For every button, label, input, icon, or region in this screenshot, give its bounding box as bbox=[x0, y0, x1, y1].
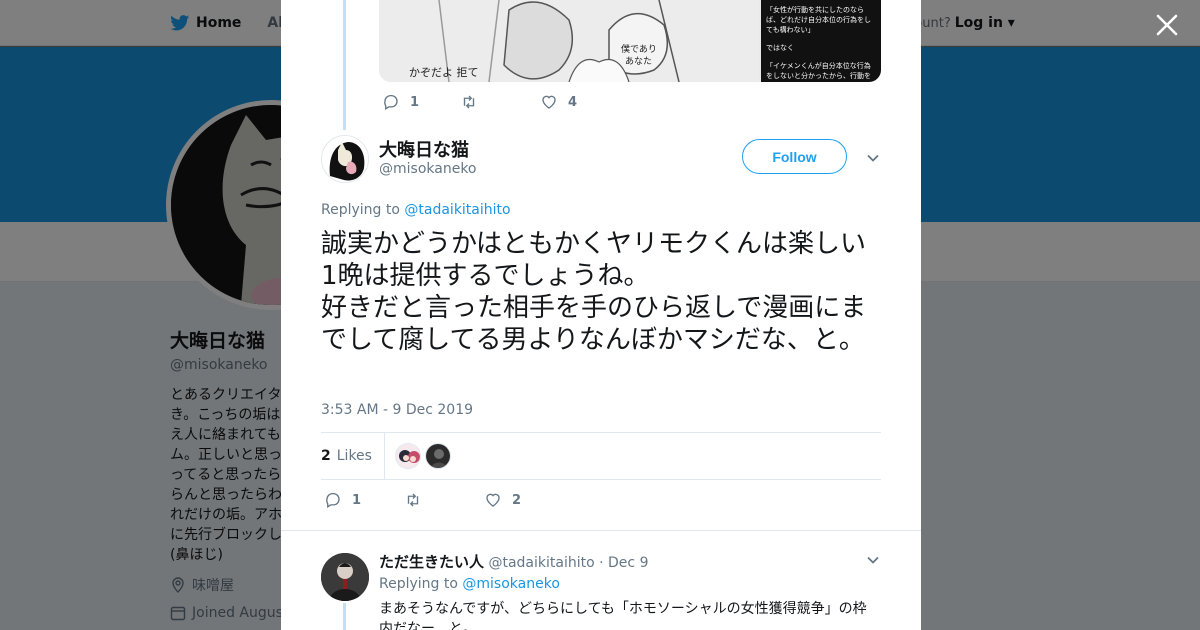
tweet-media-image[interactable]: かぞだよ 拒て 僕であり あなた 「女性が行動を共にしたのなら ば、どれだけ自分… bbox=[379, 0, 881, 82]
reply-count: 1 bbox=[352, 492, 362, 508]
retweet-action[interactable] bbox=[404, 491, 484, 509]
liker-avatar-image bbox=[425, 444, 450, 468]
like-action[interactable]: 2 bbox=[484, 491, 521, 509]
svg-text:ても構わない」: ても構わない」 bbox=[766, 25, 815, 34]
reply-date[interactable]: Dec 9 bbox=[608, 555, 648, 571]
previous-tweet-actions: 1 4 bbox=[382, 93, 577, 111]
like-count: 2 bbox=[512, 492, 522, 508]
replying-prefix: Replying to bbox=[379, 576, 458, 592]
manga-panels: かぞだよ 拒て 僕であり あなた 「女性が行動を共にしたのなら ば、どれだけ自分… bbox=[379, 0, 881, 82]
reply-separator: · bbox=[599, 555, 604, 571]
tweet-author-name[interactable]: 大晦日な猫 bbox=[379, 136, 469, 162]
follow-button[interactable]: Follow bbox=[742, 139, 847, 174]
svg-text:ではなく: ではなく bbox=[766, 44, 794, 52]
divider bbox=[281, 530, 921, 531]
replying-handle-link[interactable]: @tadaikitaihito bbox=[404, 202, 510, 218]
liker-avatar[interactable] bbox=[394, 443, 421, 469]
tweet-stats: 2 Likes bbox=[321, 432, 881, 480]
tweet-author-avatar[interactable] bbox=[321, 135, 369, 183]
tweet-author-handle[interactable]: @misokaneko bbox=[379, 161, 477, 177]
svg-text:かぞだよ 拒て: かぞだよ 拒て bbox=[409, 66, 479, 79]
replying-prefix: Replying to bbox=[321, 202, 400, 218]
close-icon[interactable] bbox=[1154, 12, 1180, 38]
reply-count: 1 bbox=[410, 94, 420, 110]
reply-action[interactable]: 1 bbox=[382, 93, 460, 111]
reply-icon bbox=[384, 94, 398, 110]
tweet-actions: 1 2 bbox=[324, 491, 521, 509]
reply-header: ただ生きたい人 @tadaikitaihito · Dec 9 bbox=[379, 551, 648, 572]
reply-icon bbox=[326, 492, 340, 508]
reply-text: まあそうなんですが、どちらにしても「ホモソーシャルの女性獲得競争」の枠内だなー、… bbox=[379, 601, 867, 630]
like-icon bbox=[486, 493, 500, 507]
retweet-icon bbox=[407, 493, 419, 507]
retweet-icon bbox=[463, 95, 475, 109]
svg-text:をしないと分かったから、行動を: をしないと分かったから、行動を bbox=[766, 71, 871, 80]
liker-avatar[interactable] bbox=[424, 443, 451, 469]
like-action[interactable]: 4 bbox=[540, 93, 577, 111]
svg-text:「イケメンくんが自分本位な行為: 「イケメンくんが自分本位な行為 bbox=[766, 61, 871, 70]
replying-to: Replying to @tadaikitaihito bbox=[321, 202, 511, 218]
replying-handle-link[interactable]: @misokaneko bbox=[462, 576, 560, 592]
like-count: 4 bbox=[568, 94, 578, 110]
svg-text:「女性が行動を共にしたのなら: 「女性が行動を共にしたのなら bbox=[766, 5, 864, 14]
chevron-down-icon[interactable] bbox=[866, 553, 880, 567]
reply-action[interactable]: 1 bbox=[324, 491, 404, 509]
tweet-timestamp[interactable]: 3:53 AM - 9 Dec 2019 bbox=[321, 402, 473, 418]
likes-stat[interactable]: 2 Likes bbox=[321, 432, 385, 480]
thread-line bbox=[343, 603, 346, 630]
likes-count: 2 bbox=[321, 448, 331, 464]
tweet-modal: かぞだよ 拒て 僕であり あなた 「女性が行動を共にしたのなら ば、どれだけ自分… bbox=[281, 0, 921, 630]
likers-list bbox=[385, 443, 451, 469]
svg-text:ば、どれだけ自分本位の行為をし: ば、どれだけ自分本位の行為をし bbox=[766, 15, 871, 24]
chevron-down-icon[interactable] bbox=[866, 151, 880, 165]
likes-label: Likes bbox=[336, 448, 372, 464]
reply-replying-to: Replying to @misokaneko bbox=[379, 576, 560, 592]
like-icon bbox=[542, 95, 556, 109]
retweet-action[interactable] bbox=[460, 93, 540, 111]
svg-text:僕であり: 僕であり bbox=[621, 43, 657, 55]
reply-author-name[interactable]: ただ生きたい人 bbox=[379, 553, 484, 571]
svg-text:あなた: あなた bbox=[625, 56, 652, 67]
liker-avatar-image bbox=[395, 444, 420, 468]
reply-author-avatar[interactable] bbox=[321, 553, 369, 601]
thread-line bbox=[343, 0, 346, 130]
tweet-text: 誠実かどうかはともかくヤリモクくんは楽しい1晩は提供するでしょうね。 好きだと言… bbox=[321, 229, 867, 355]
reply-avatar-image bbox=[321, 553, 369, 601]
cat-avatar-icon bbox=[322, 136, 368, 182]
reply-author-handle[interactable]: @tadaikitaihito bbox=[488, 555, 594, 571]
